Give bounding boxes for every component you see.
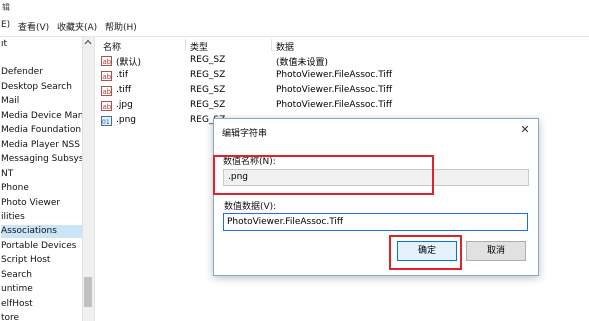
pane-splitter[interactable] bbox=[94, 37, 95, 321]
svg-text:ab: ab bbox=[103, 103, 112, 111]
tree-item[interactable]: Media Device Mana bbox=[1, 110, 82, 123]
value-name[interactable]: (默认) bbox=[116, 55, 141, 68]
menu-view[interactable]: 查看(V) bbox=[18, 20, 49, 33]
tree-item[interactable]: Script Host bbox=[1, 254, 50, 267]
string-value-icon: ab bbox=[101, 101, 112, 111]
value-name[interactable]: .jpg bbox=[116, 100, 133, 110]
highlight-box-name bbox=[213, 155, 434, 195]
tree-item[interactable]: elfHost bbox=[1, 298, 33, 311]
dialog-title: 编辑字符串 bbox=[222, 129, 268, 139]
svg-text:ab: ab bbox=[103, 73, 112, 81]
value-type: REG_SZ bbox=[190, 85, 226, 95]
column-header-name[interactable]: 名称 bbox=[103, 40, 121, 53]
menu-edit[interactable]: E) bbox=[1, 20, 10, 30]
tree-item[interactable]: Mail bbox=[1, 95, 19, 108]
header-divider bbox=[271, 39, 272, 51]
menu-help[interactable]: 帮助(H) bbox=[105, 20, 137, 33]
tree-item[interactable]: Phone bbox=[1, 182, 29, 195]
tree-item[interactable]: Defender bbox=[1, 66, 43, 79]
tree-item[interactable]: untime bbox=[1, 283, 33, 296]
tree-item[interactable]: Media Foundation bbox=[1, 124, 81, 137]
tree-item-selected[interactable]: Associations bbox=[1, 225, 82, 238]
cancel-button[interactable]: 取消 bbox=[466, 241, 526, 261]
highlight-box-ok bbox=[389, 235, 462, 270]
tree-item[interactable]: Search bbox=[1, 269, 32, 282]
svg-text:ab: ab bbox=[103, 58, 112, 66]
value-data: PhotoViewer.FileAssoc.Tiff bbox=[276, 70, 393, 80]
value-name[interactable]: .tif bbox=[116, 70, 128, 80]
string-value-icon: ab bbox=[101, 86, 112, 96]
registry-tree[interactable]: ıt Defender Desktop Search Mail Media De… bbox=[0, 37, 82, 321]
value-type: REG_SZ bbox=[190, 70, 226, 80]
value-name[interactable]: .tiff bbox=[116, 85, 131, 95]
string-value-icon: ab bbox=[101, 56, 112, 66]
value-type: REG_SZ bbox=[190, 55, 226, 65]
value-data: PhotoViewer.FileAssoc.Tiff bbox=[276, 100, 393, 110]
string-value-icon: ab bbox=[101, 71, 112, 81]
tree-item[interactable]: Media Player NSS bbox=[1, 139, 80, 152]
tree-item[interactable]: Photo Viewer bbox=[1, 197, 60, 210]
value-name[interactable]: .png bbox=[116, 115, 136, 125]
value-data-input[interactable]: PhotoViewer.FileAssoc.Tiff bbox=[223, 213, 528, 231]
value-data-label: 数值数据(V): bbox=[224, 202, 277, 212]
tree-item[interactable]: ilities bbox=[1, 211, 25, 224]
close-icon[interactable]: ✕ bbox=[518, 123, 532, 137]
value-data: (数值未设置) bbox=[276, 58, 329, 68]
menu-favorites[interactable]: 收藏夹(A) bbox=[57, 20, 97, 33]
menu-fragment: 辑 bbox=[2, 3, 10, 12]
column-header-data[interactable]: 数据 bbox=[276, 40, 294, 53]
tree-item[interactable]: tore bbox=[1, 312, 19, 321]
header-divider bbox=[185, 39, 186, 51]
scrollbar-thumb[interactable] bbox=[84, 277, 92, 307]
svg-text:ab: ab bbox=[103, 88, 112, 96]
value-data: PhotoViewer.FileAssoc.Tiff bbox=[276, 85, 393, 95]
value-type: REG_SZ bbox=[190, 100, 226, 110]
column-header-type[interactable]: 类型 bbox=[190, 40, 208, 53]
tree-item[interactable]: NT bbox=[1, 168, 13, 181]
tree-item[interactable]: Messaging Subsyst bbox=[1, 153, 82, 166]
binary-value-icon: 01 bbox=[101, 116, 112, 126]
scroll-up-icon[interactable] bbox=[83, 38, 93, 48]
tree-item[interactable]: ıt bbox=[1, 38, 7, 51]
svg-text:01: 01 bbox=[102, 119, 110, 126]
tree-item[interactable]: Portable Devices bbox=[1, 240, 76, 253]
tree-item[interactable]: Desktop Search bbox=[1, 81, 72, 94]
